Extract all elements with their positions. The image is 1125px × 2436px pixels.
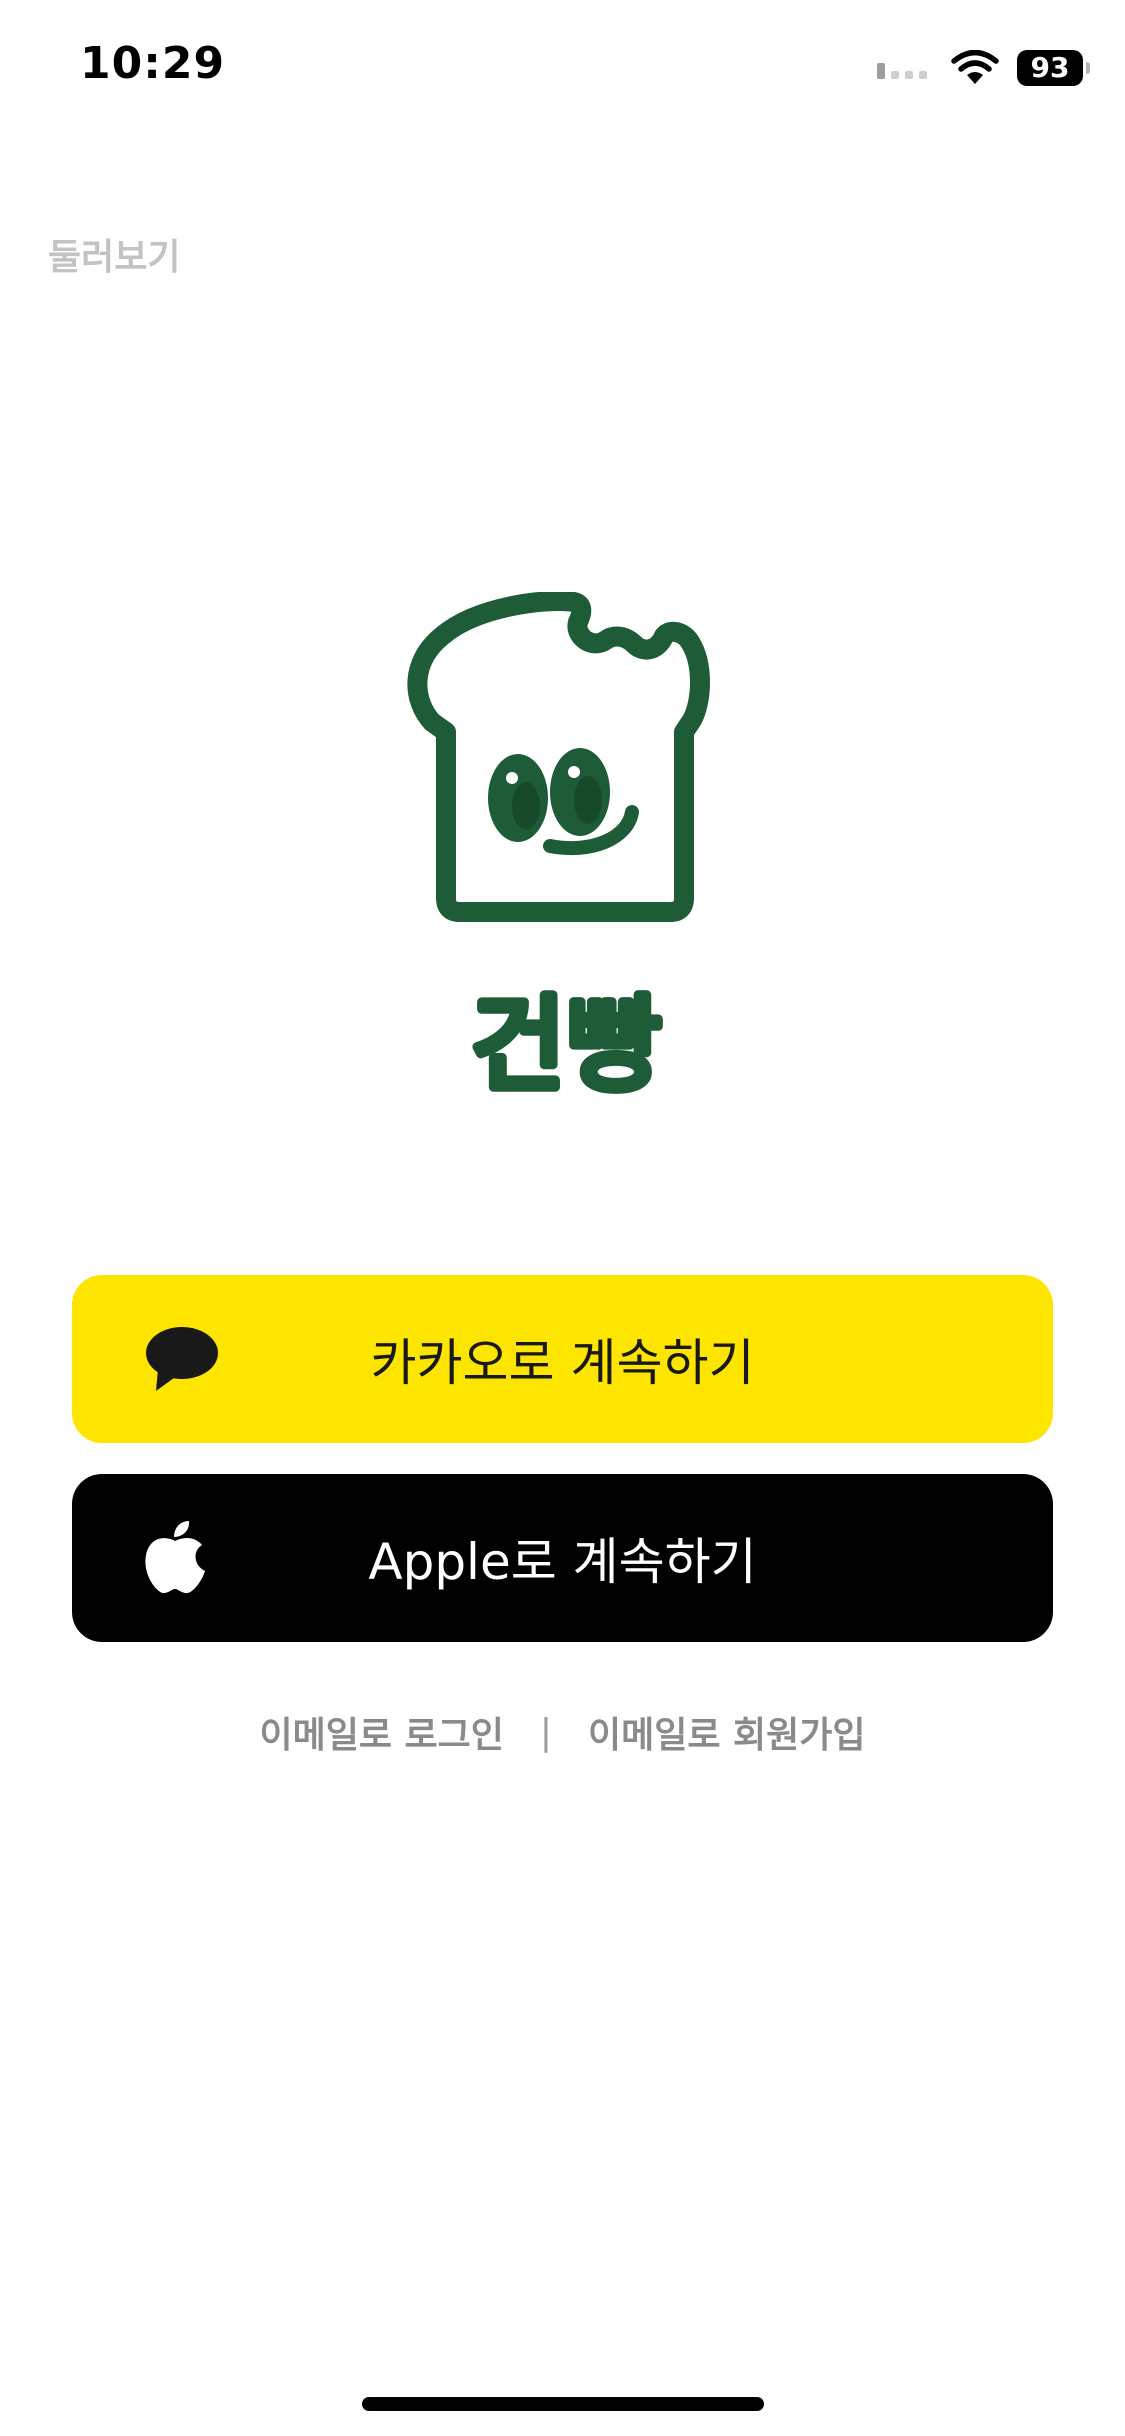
cellular-signal-icon [877,63,927,79]
status-time: 10:29 [80,38,226,89]
apple-login-button[interactable]: Apple로 계속하기 [72,1474,1053,1642]
battery-level: 93 [1030,51,1070,84]
app-wordmark: 건빵 [467,985,664,1097]
status-icons: 93 [877,48,1090,88]
email-login-link[interactable]: 이메일로 로그인 [259,1706,503,1758]
wifi-icon [951,50,999,84]
email-signup-link[interactable]: 이메일로 회원가입 [588,1706,866,1758]
links-separator: | [539,1711,552,1753]
status-bar: 10:29 93 [0,0,1125,140]
apple-logo-icon [144,1521,206,1595]
kakao-speech-bubble-icon [144,1325,220,1393]
apple-login-label: Apple로 계속하기 [368,1533,757,1591]
battery-icon: 93 [1017,50,1090,86]
kakao-login-label: 카카오로 계속하기 [370,1334,755,1392]
bread-mascot-icon [407,592,710,922]
wordmark-text: 건빵 [470,985,661,1097]
kakao-login-button[interactable]: 카카오로 계속하기 [72,1275,1053,1443]
home-indicator[interactable] [362,2397,764,2411]
browse-link[interactable]: 둘러보기 [48,228,180,280]
email-links: 이메일로 로그인 | 이메일로 회원가입 [0,1706,1125,1758]
